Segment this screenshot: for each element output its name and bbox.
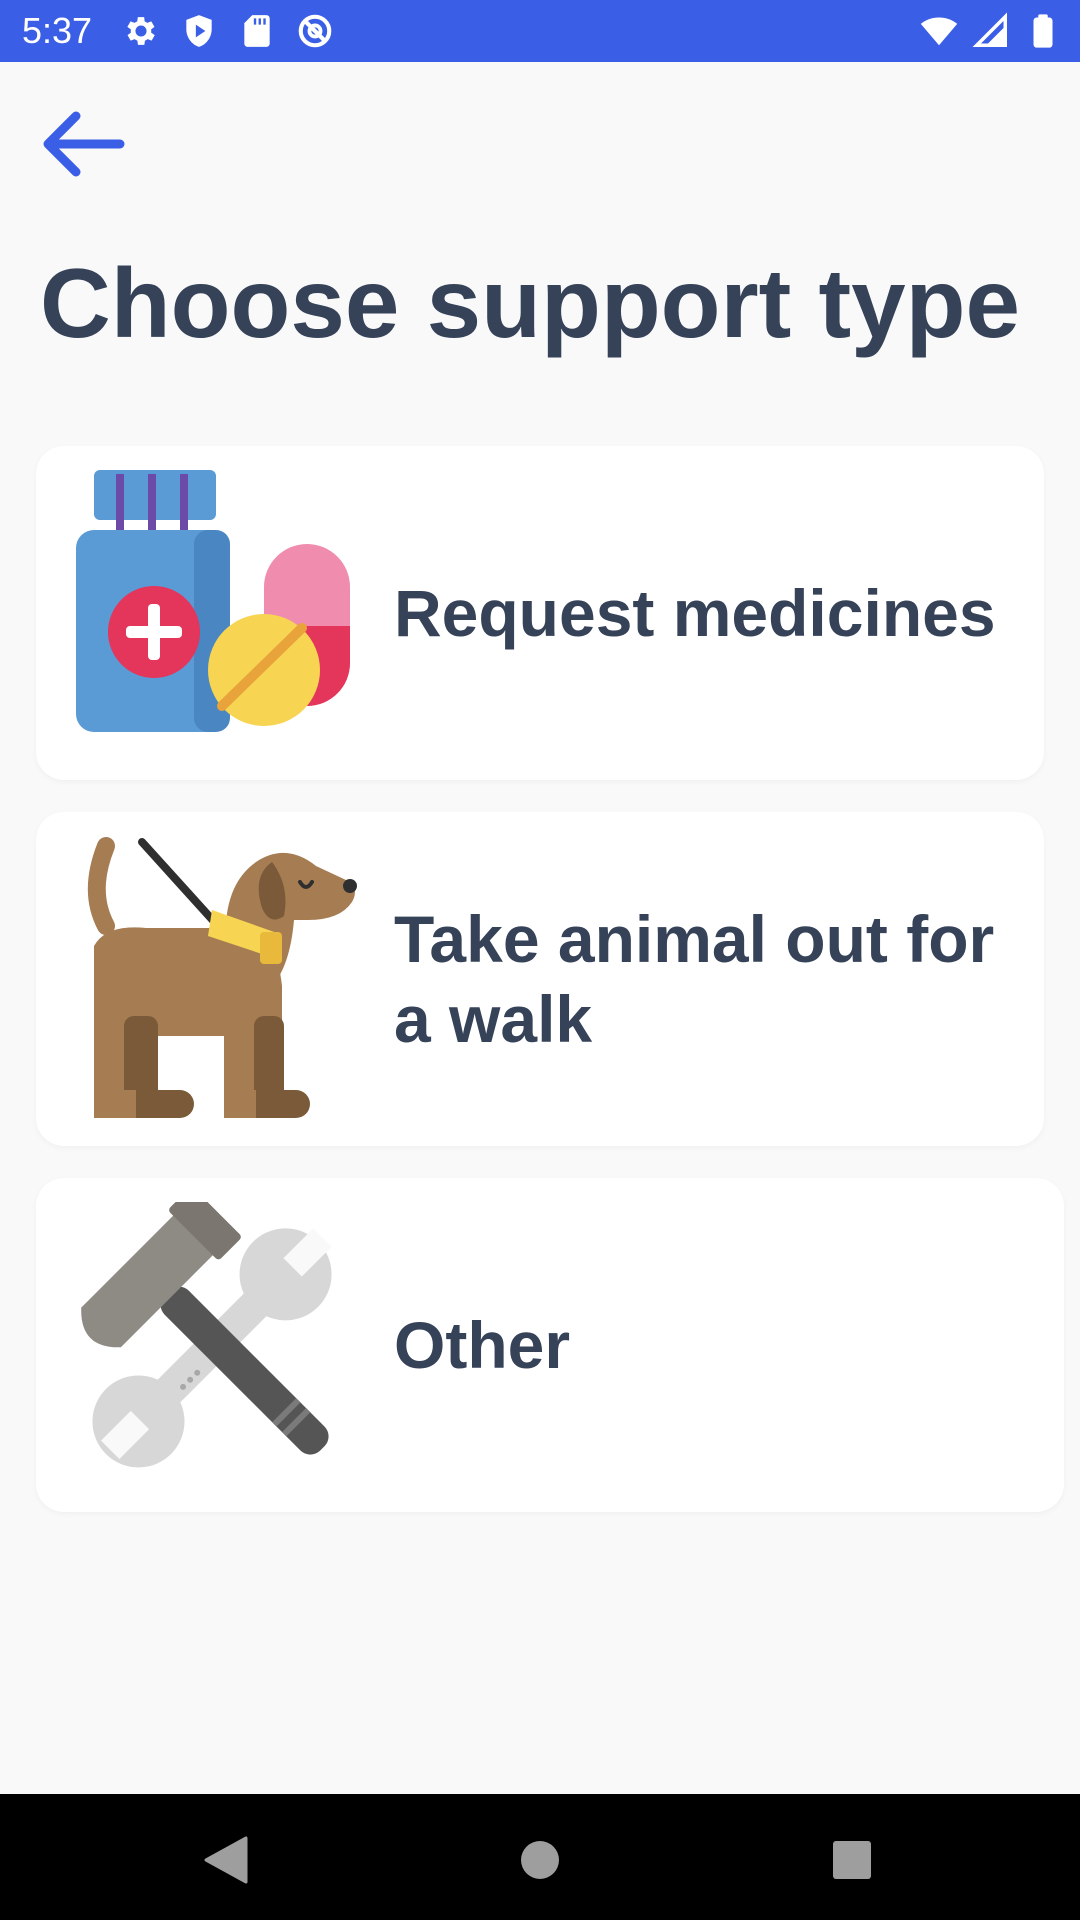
nav-recents-icon: [833, 1841, 871, 1879]
medicines-icon: [76, 470, 358, 752]
tools-icon: [76, 1202, 358, 1484]
nav-home-button[interactable]: [510, 1830, 570, 1890]
dog-walk-icon: [76, 836, 358, 1118]
option-card-other[interactable]: Other: [36, 1178, 1064, 1512]
option-label: Take animal out for a walk: [394, 902, 995, 1056]
battery-icon: [1033, 14, 1053, 48]
cell-signal-icon: [972, 12, 1007, 47]
nav-recents-button[interactable]: [822, 1830, 882, 1890]
system-nav-bar: [0, 1794, 1080, 1920]
nav-back-icon: [204, 1836, 248, 1884]
status-icons-right: [920, 12, 1062, 50]
at-sign-icon: [298, 14, 332, 48]
option-label: Request medicines: [394, 576, 996, 650]
option-label: Other: [394, 1308, 571, 1382]
nav-back-button[interactable]: [196, 1830, 256, 1890]
status-time: 5:37: [22, 10, 93, 51]
option-card-request-medicines[interactable]: Request medicines: [36, 446, 1044, 780]
back-button[interactable]: [36, 104, 130, 184]
status-icons-left: [122, 12, 334, 50]
arrow-left-icon: [43, 111, 125, 177]
wifi-icon: [920, 17, 958, 46]
nav-home-icon: [521, 1841, 559, 1879]
page-title: Choose support type: [40, 248, 1021, 358]
shield-play-icon: [186, 15, 212, 47]
sd-card-icon: [244, 15, 270, 47]
settings-gear-icon: [127, 17, 155, 45]
status-bar: 5:37: [0, 0, 1080, 62]
option-card-animal-walk[interactable]: Take animal out for a walk: [36, 812, 1044, 1146]
